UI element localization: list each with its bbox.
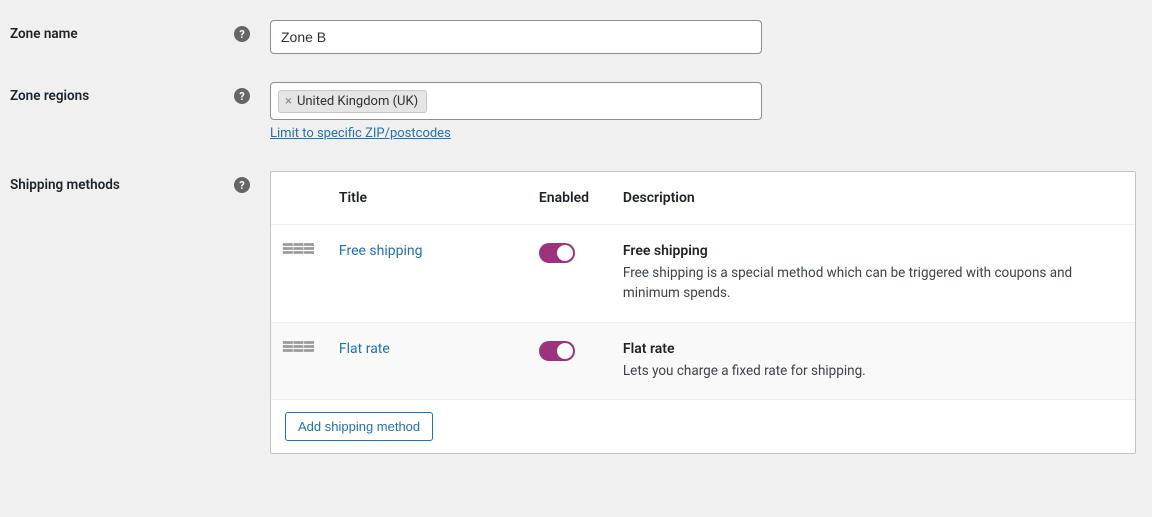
help-icon[interactable]: ? — [234, 88, 250, 104]
zone-name-input[interactable] — [270, 20, 762, 54]
method-desc-title: Free shipping — [623, 243, 1123, 259]
zone-regions-input[interactable]: × United Kingdom (UK) — [270, 82, 762, 120]
shipping-methods-table: Title Enabled Description ━━━━━━━━━ Free… — [270, 171, 1136, 454]
drag-handle-icon[interactable]: ━━━━━━━━━ — [283, 243, 315, 255]
region-tag-label: United Kingdom (UK) — [297, 94, 418, 109]
zone-regions-label: Zone regions — [10, 88, 89, 104]
enabled-toggle[interactable] — [539, 243, 575, 263]
method-desc-text: Free shipping is a special method which … — [623, 263, 1123, 304]
column-header-description: Description — [611, 172, 1135, 225]
method-title-link[interactable]: Free shipping — [339, 243, 423, 259]
table-row: ━━━━━━━━━ Free shipping Free shipping Fr… — [271, 225, 1135, 323]
table-row: ━━━━━━━━━ Flat rate Flat rate Lets you c… — [271, 322, 1135, 399]
close-icon[interactable]: × — [285, 95, 292, 108]
limit-postcodes-link[interactable]: Limit to specific ZIP/postcodes — [270, 126, 451, 141]
help-icon[interactable]: ? — [234, 177, 250, 193]
help-icon[interactable]: ? — [234, 26, 250, 42]
method-title-link[interactable]: Flat rate — [339, 341, 390, 357]
add-shipping-method-button[interactable]: Add shipping method — [285, 412, 433, 441]
column-header-title: Title — [327, 172, 527, 225]
shipping-methods-label: Shipping methods — [10, 177, 120, 193]
method-desc-title: Flat rate — [623, 341, 1123, 357]
region-tag: × United Kingdom (UK) — [278, 90, 427, 113]
drag-handle-icon[interactable]: ━━━━━━━━━ — [283, 341, 315, 353]
zone-name-label: Zone name — [10, 26, 78, 42]
enabled-toggle[interactable] — [539, 341, 575, 361]
column-header-enabled: Enabled — [527, 172, 611, 225]
method-desc-text: Lets you charge a fixed rate for shippin… — [623, 361, 1123, 381]
